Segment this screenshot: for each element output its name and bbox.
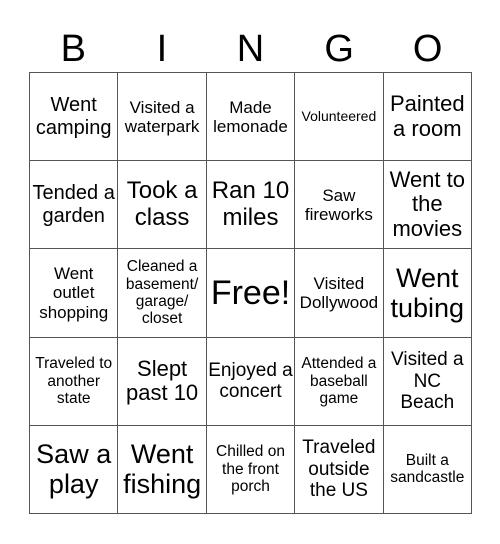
header-letter-i: I: [156, 28, 168, 70]
bingo-cell: Visited Dollywood: [295, 249, 384, 338]
bingo-cell: Visited a NC Beach: [383, 337, 472, 426]
bingo-cell: Went camping: [30, 73, 119, 162]
bingo-cell: Went outlet shopping: [30, 249, 119, 338]
bingo-cell: Attended a baseball game: [295, 337, 384, 426]
bingo-cell: Built a sandcastle: [383, 425, 472, 514]
bingo-cell: Tended a garden: [30, 161, 119, 250]
header-letter-g: G: [324, 28, 354, 70]
bingo-cell: Enjoyed a concert: [206, 337, 296, 426]
bingo-header: B I N G O: [29, 26, 472, 72]
bingo-cell: Went tubing: [383, 249, 472, 338]
header-letter-b: B: [60, 28, 86, 70]
bingo-cell: Took a class: [118, 161, 207, 250]
bingo-cell: Volunteered: [295, 73, 384, 162]
bingo-grid: Went camping Visited a waterpark Made le…: [29, 72, 472, 514]
bingo-cell: Went to the movies: [383, 161, 472, 250]
bingo-cell: Cleaned a basement/ garage/ closet: [118, 249, 207, 338]
bingo-cell: Traveled outside the US: [295, 425, 384, 514]
bingo-cell: Made lemonade: [206, 73, 296, 162]
bingo-cell: Visited a waterpark: [118, 73, 207, 162]
bingo-cell: Went fishing: [118, 425, 207, 514]
bingo-cell: Saw a play: [30, 425, 119, 514]
bingo-cell: Traveled to another state: [30, 337, 119, 426]
bingo-cell: Ran 10 miles: [206, 161, 296, 250]
bingo-cell: Chilled on the front porch: [206, 425, 296, 514]
free-space: Free!: [206, 249, 296, 338]
bingo-cell: Painted a room: [383, 73, 472, 162]
bingo-cell: Slept past 10: [118, 337, 207, 426]
bingo-cell: Saw fireworks: [295, 161, 384, 250]
header-letter-n: N: [236, 28, 265, 70]
header-letter-o: O: [412, 28, 443, 70]
